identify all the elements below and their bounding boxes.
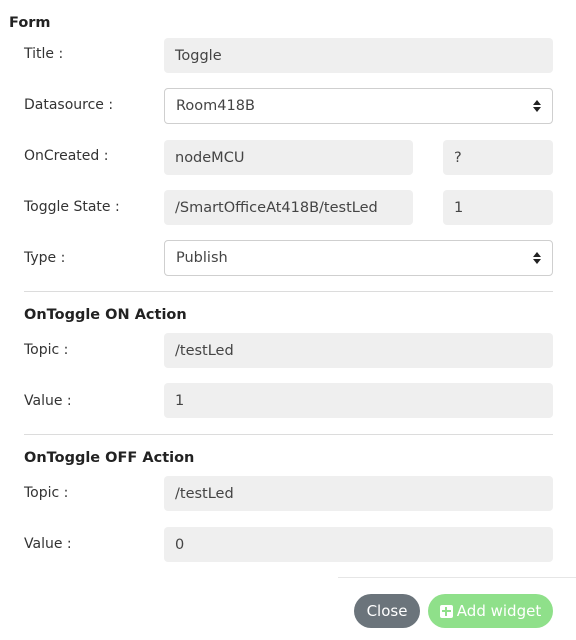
on-value-input[interactable]: 1 (164, 383, 553, 418)
type-label: Type : (24, 250, 66, 266)
datasource-select[interactable]: Room418B (164, 88, 553, 124)
off-topic-label: Topic : (24, 485, 69, 501)
on-action-heading: OnToggle ON Action (24, 307, 187, 323)
add-widget-button[interactable]: Add widget (428, 594, 553, 628)
off-topic-input[interactable]: /testLed (164, 476, 553, 511)
off-value-input[interactable]: 0 (164, 527, 553, 562)
on-value-label: Value : (24, 393, 72, 409)
add-widget-label: Add widget (456, 602, 542, 620)
form-heading: Form (9, 15, 51, 31)
close-button-label: Close (366, 602, 408, 620)
off-value-label: Value : (24, 536, 72, 552)
on-topic-input[interactable]: /testLed (164, 333, 553, 368)
type-select[interactable]: Publish (164, 240, 553, 276)
title-label: Title : (24, 46, 64, 62)
toggle-state-input[interactable]: /SmartOfficeAt418B/testLed (164, 190, 413, 225)
plus-square-icon (439, 604, 453, 618)
oncreated-label: OnCreated : (24, 148, 109, 164)
on-topic-label: Topic : (24, 342, 69, 358)
title-input[interactable]: Toggle (164, 38, 553, 73)
oncreated-input[interactable]: nodeMCU (164, 140, 413, 175)
off-action-heading: OnToggle OFF Action (24, 450, 195, 466)
select-caret-icon (533, 100, 541, 112)
divider (24, 434, 553, 435)
footer-divider (338, 577, 576, 578)
close-button[interactable]: Close (354, 594, 420, 628)
type-selected-value: Publish (176, 250, 228, 266)
toggle-state-label: Toggle State : (24, 199, 120, 215)
divider (24, 291, 553, 292)
oncreated-extra-input[interactable]: ? (443, 140, 553, 175)
datasource-selected-value: Room418B (176, 98, 255, 114)
select-caret-icon (533, 252, 541, 264)
toggle-state-extra-input[interactable]: 1 (443, 190, 553, 225)
datasource-label: Datasource : (24, 97, 114, 113)
